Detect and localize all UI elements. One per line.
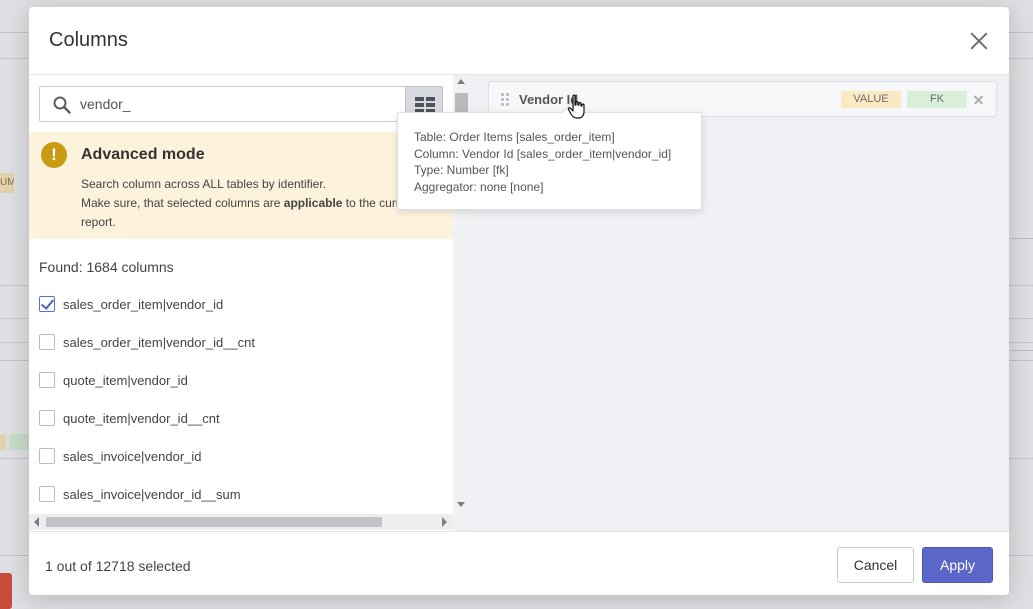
advanced-mode-line2-prefix: Make sure, that selected columns are	[81, 196, 284, 210]
column-checkbox[interactable]	[39, 296, 55, 312]
remove-icon[interactable]	[972, 93, 986, 107]
scroll-down-icon[interactable]	[457, 502, 465, 507]
search-box	[39, 86, 443, 122]
scroll-left-icon[interactable]	[34, 517, 39, 527]
list-item[interactable]: quote_item|vendor_id__cnt	[39, 399, 459, 437]
column-label: sales_order_item|vendor_id	[63, 296, 224, 312]
column-tooltip: Table: Order Items [sales_order_item] Co…	[397, 112, 702, 210]
scroll-up-icon[interactable]	[457, 79, 465, 84]
selected-count: 1 out of 12718 selected	[45, 558, 191, 574]
list-item[interactable]: sales_invoice|vendor_id__sum	[39, 475, 459, 513]
advanced-mode-line3: report.	[81, 215, 116, 229]
fk-badge: FK	[907, 91, 967, 108]
horizontal-scrollbar[interactable]	[29, 514, 453, 530]
tooltip-table: Table: Order Items [sales_order_item]	[414, 130, 615, 144]
list-item[interactable]: quote_item|vendor_id	[39, 361, 459, 399]
modal-title: Columns	[49, 29, 128, 51]
scrollbar-thumb[interactable]	[46, 517, 382, 527]
cancel-button[interactable]: Cancel	[837, 547, 914, 583]
column-checkbox[interactable]	[39, 372, 55, 388]
column-label: quote_item|vendor_id	[63, 372, 188, 388]
search-input[interactable]	[80, 87, 400, 121]
list-item[interactable]: sales_order_item|vendor_id	[39, 285, 459, 323]
advanced-mode-line2-bold: applicable	[283, 196, 343, 210]
column-list: sales_order_item|vendor_id sales_order_i…	[39, 285, 459, 513]
modal-header: Columns	[29, 7, 1009, 75]
value-badge: VALUE	[841, 91, 901, 108]
advanced-mode-line1: Search column across ALL tables by ident…	[81, 177, 327, 191]
tooltip-type: Type: Number [fk]	[414, 163, 509, 177]
column-checkbox[interactable]	[39, 486, 55, 502]
column-checkbox[interactable]	[39, 448, 55, 464]
scrollbar-thumb[interactable]	[455, 93, 468, 113]
tooltip-aggregator: Aggregator: none [none]	[414, 179, 544, 194]
hand-cursor-icon	[567, 94, 585, 119]
column-label: sales_order_item|vendor_id__cnt	[63, 334, 255, 350]
warning-icon: !	[41, 142, 67, 168]
tooltip-column: Column: Vendor Id [sales_order_item|vend…	[414, 146, 672, 161]
drag-handle-icon[interactable]	[501, 93, 511, 107]
list-item[interactable]: sales_invoice|vendor_id	[39, 437, 459, 475]
column-label: sales_invoice|vendor_id__sum	[63, 486, 241, 502]
list-item[interactable]: sales_order_item|vendor_id__cnt	[39, 323, 459, 361]
column-label: sales_invoice|vendor_id	[63, 448, 202, 464]
columns-modal: Columns ! Advanced mode S	[29, 7, 1009, 595]
apply-button[interactable]: Apply	[922, 547, 993, 583]
column-checkbox[interactable]	[39, 410, 55, 426]
column-label: quote_item|vendor_id__cnt	[63, 410, 220, 426]
search-icon	[53, 96, 71, 114]
advanced-mode-title: Advanced mode	[81, 146, 205, 163]
column-checkbox[interactable]	[39, 334, 55, 350]
modal-footer: 1 out of 12718 selected Cancel Apply	[29, 531, 1009, 595]
close-icon[interactable]	[967, 29, 991, 53]
found-count: Found: 1684 columns	[39, 259, 174, 275]
scroll-right-icon[interactable]	[442, 517, 447, 527]
